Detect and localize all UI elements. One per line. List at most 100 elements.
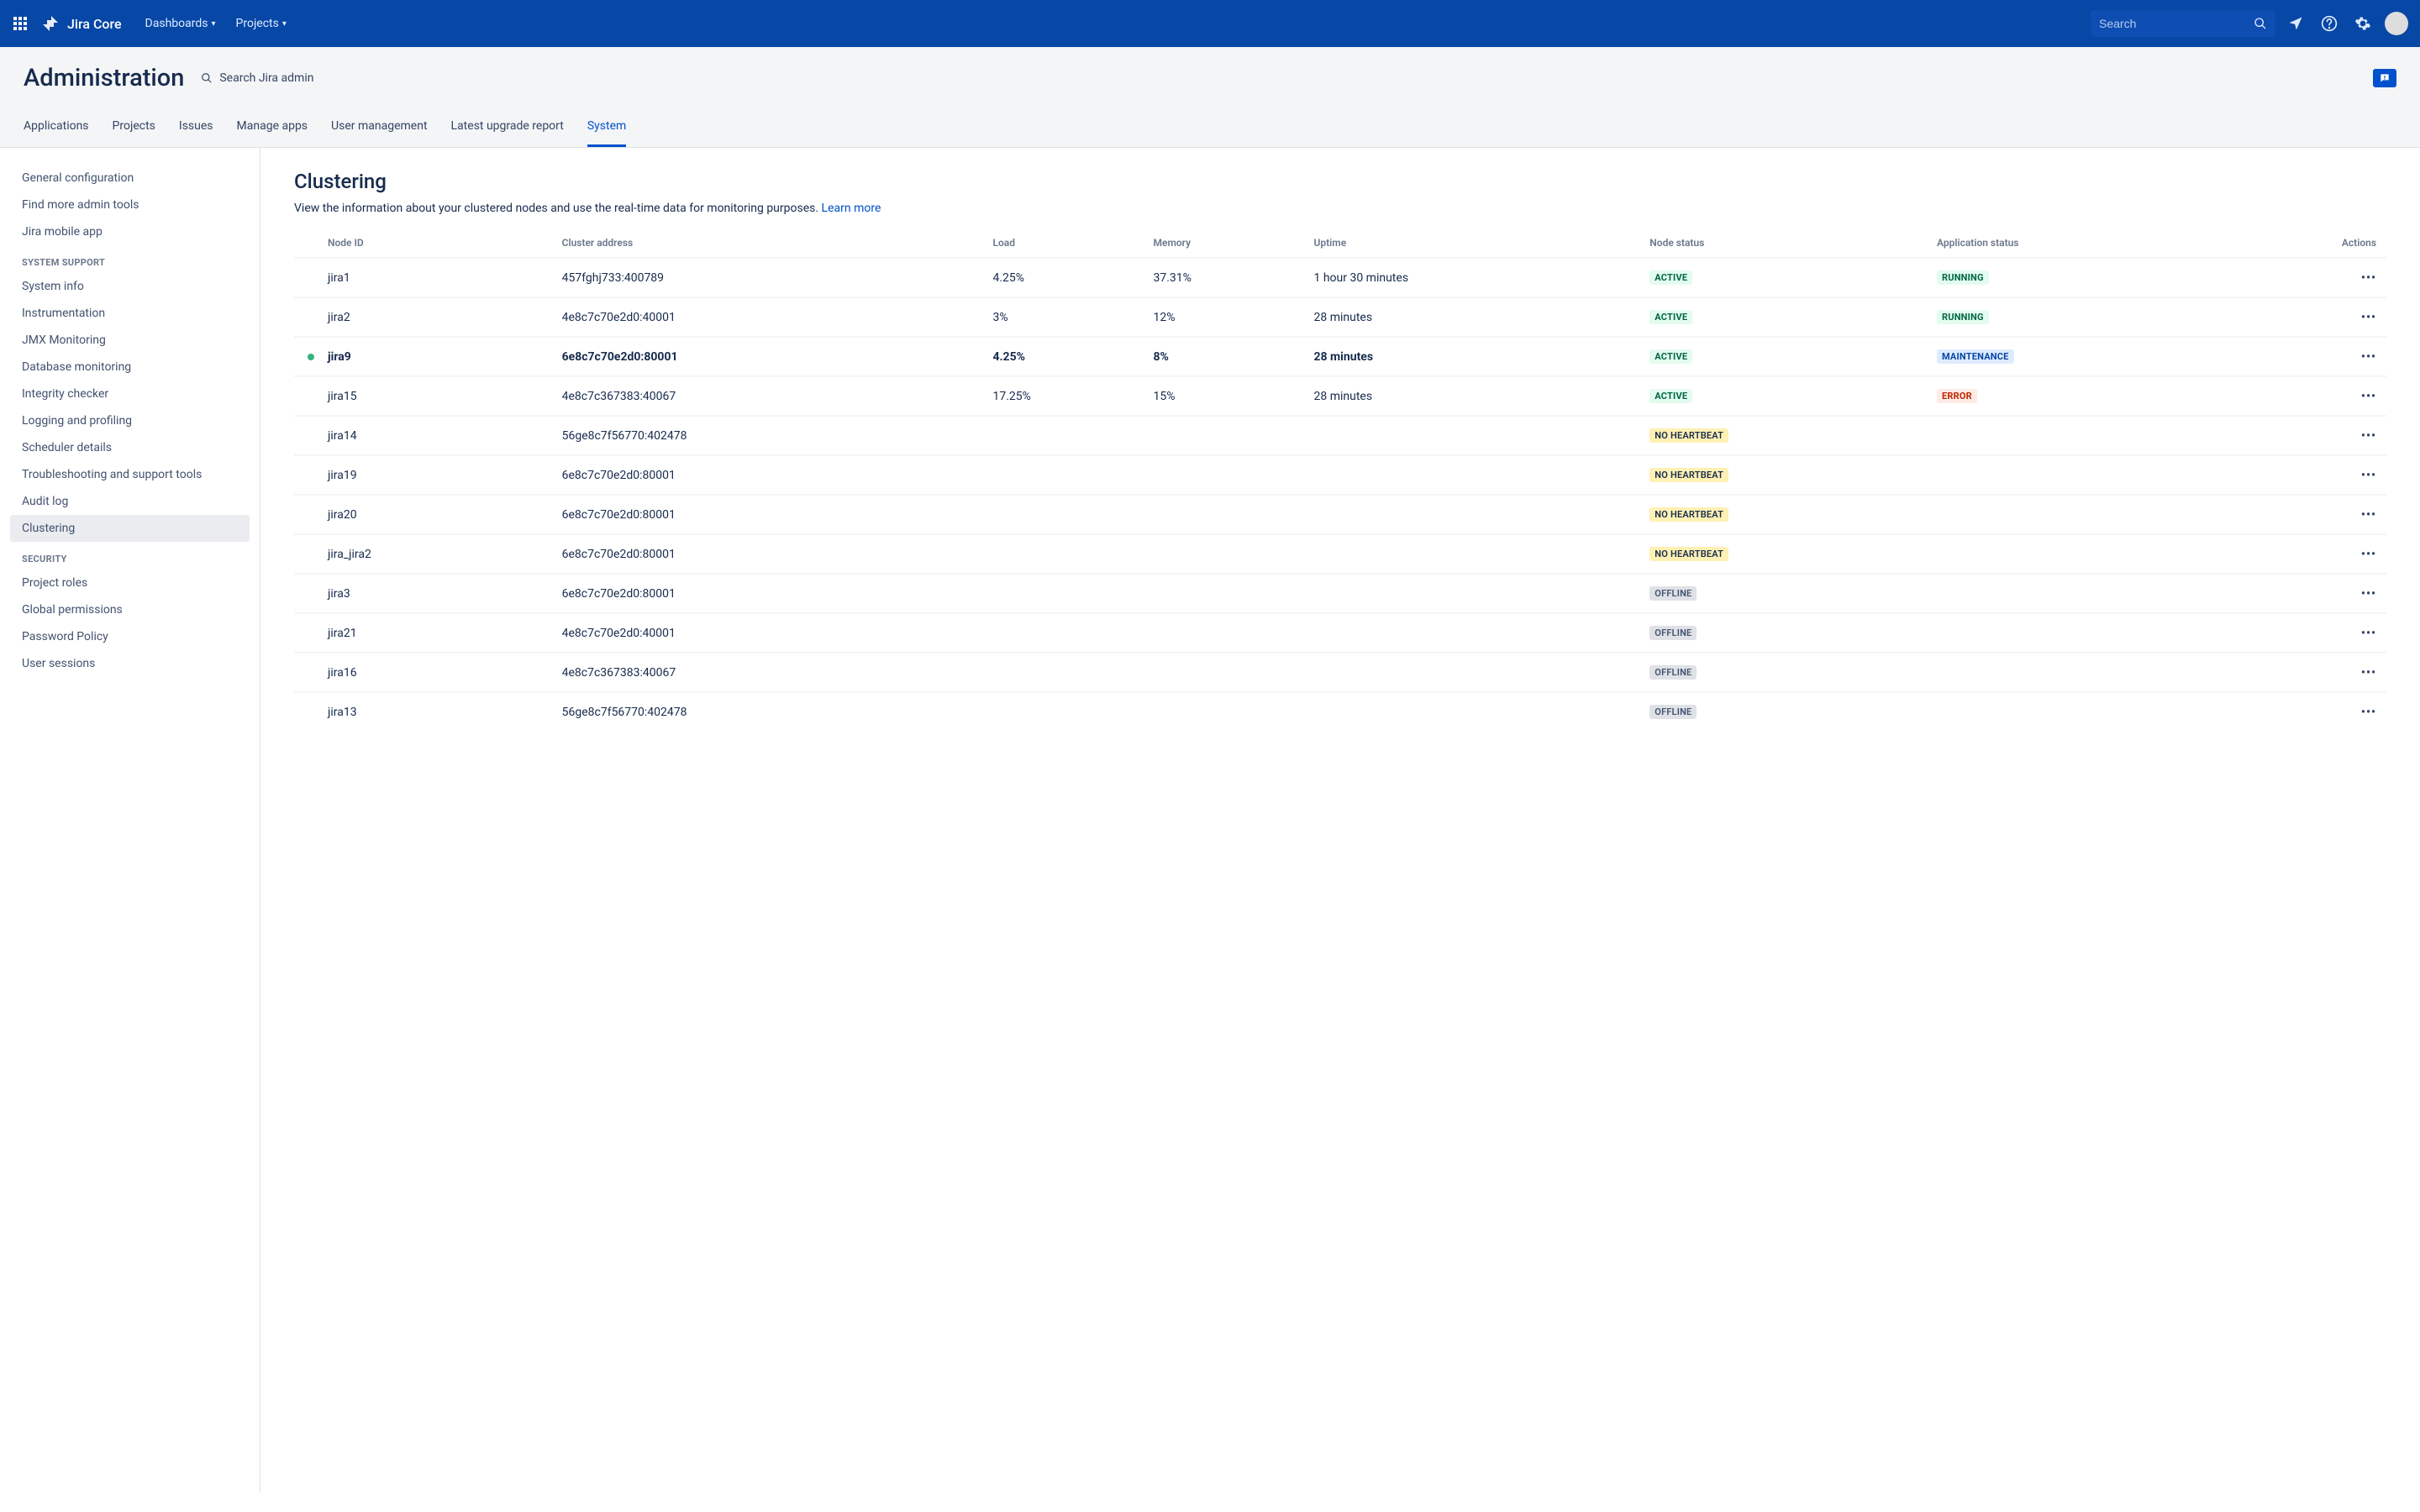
row-actions-button[interactable]: •••	[2361, 627, 2376, 640]
sidebar-item-troubleshooting-and-support-tools[interactable]: Troubleshooting and support tools	[10, 461, 250, 488]
cell-address: 56ge8c7f56770:402478	[555, 692, 986, 731]
status-lozenge: NO HEARTBEAT	[1649, 468, 1728, 482]
sidebar-item-jmx-monitoring[interactable]: JMX Monitoring	[10, 327, 250, 354]
column-header: Node status	[1643, 228, 1930, 258]
learn-more-link[interactable]: Learn more	[822, 202, 881, 215]
cell-load	[986, 534, 1146, 574]
tab-issues[interactable]: Issues	[179, 113, 213, 147]
content-description: View the information about your clustere…	[294, 202, 2386, 215]
sidebar-item-logging-and-profiling[interactable]: Logging and profiling	[10, 407, 250, 434]
cell-load	[986, 455, 1146, 495]
row-actions-button[interactable]: •••	[2361, 429, 2376, 443]
cell-app-status: MAINTENANCE	[1930, 337, 2227, 376]
sidebar-item-audit-log[interactable]: Audit log	[10, 488, 250, 515]
sidebar-item-integrity-checker[interactable]: Integrity checker	[10, 381, 250, 407]
status-lozenge: RUNNING	[1937, 270, 1989, 285]
row-actions-button[interactable]: •••	[2361, 508, 2376, 522]
row-actions-button[interactable]: •••	[2361, 350, 2376, 364]
row-actions-button[interactable]: •••	[2361, 311, 2376, 324]
feedback-icon[interactable]	[2373, 69, 2396, 87]
cell-load: 3%	[986, 297, 1146, 337]
cell-node-id: jira_jira2	[294, 534, 555, 574]
sidebar-item-find-more-admin-tools[interactable]: Find more admin tools	[10, 192, 250, 218]
settings-icon[interactable]	[2349, 10, 2376, 37]
cell-memory	[1146, 534, 1307, 574]
row-actions-button[interactable]: •••	[2361, 390, 2376, 403]
row-actions-button[interactable]: •••	[2361, 271, 2376, 285]
tab-projects[interactable]: Projects	[113, 113, 155, 147]
page-title: Administration	[24, 64, 184, 92]
cell-node-id: jira14	[294, 416, 555, 455]
cell-app-status	[1930, 613, 2227, 653]
cell-app-status: RUNNING	[1930, 297, 2227, 337]
sidebar-item-project-roles[interactable]: Project roles	[10, 570, 250, 596]
table-row: jira1356ge8c7f56770:402478OFFLINE•••	[294, 692, 2386, 731]
status-lozenge: ACTIVE	[1649, 349, 1692, 364]
brand-label: Jira Core	[67, 16, 122, 32]
cell-node-id: jira3	[294, 574, 555, 613]
sidebar-item-scheduler-details[interactable]: Scheduler details	[10, 434, 250, 461]
sidebar-item-database-monitoring[interactable]: Database monitoring	[10, 354, 250, 381]
sidebar-item-user-sessions[interactable]: User sessions	[10, 650, 250, 677]
sidebar: General configurationFind more admin too…	[0, 148, 260, 1492]
tab-applications[interactable]: Applications	[24, 113, 89, 147]
cell-load	[986, 692, 1146, 731]
sidebar-item-general-configuration[interactable]: General configuration	[10, 165, 250, 192]
cell-memory: 37.31%	[1146, 258, 1307, 297]
status-lozenge: RUNNING	[1937, 310, 1989, 324]
sidebar-item-instrumentation[interactable]: Instrumentation	[10, 300, 250, 327]
cell-node-id: jira21	[294, 613, 555, 653]
sidebar-item-jira-mobile-app[interactable]: Jira mobile app	[10, 218, 250, 245]
row-actions-button[interactable]: •••	[2361, 587, 2376, 601]
admin-tabs: Applications Projects Issues Manage apps Use…	[24, 113, 2396, 147]
column-header: Load	[986, 228, 1146, 258]
sidebar-item-clustering[interactable]: Clustering	[10, 515, 250, 542]
cell-app-status	[1930, 574, 2227, 613]
cell-uptime	[1307, 495, 1644, 534]
table-row: jira206e8c7c70e2d0:80001NO HEARTBEAT•••	[294, 495, 2386, 534]
status-lozenge: OFFLINE	[1649, 586, 1697, 601]
sidebar-item-global-permissions[interactable]: Global permissions	[10, 596, 250, 623]
brand[interactable]: Jira Core	[40, 13, 122, 34]
cell-app-status	[1930, 653, 2227, 692]
tab-user-management[interactable]: User management	[331, 113, 427, 147]
nav-dashboards[interactable]: Dashboards ▾	[139, 10, 223, 37]
tab-manage-apps[interactable]: Manage apps	[237, 113, 308, 147]
sidebar-item-password-policy[interactable]: Password Policy	[10, 623, 250, 650]
cell-node-status: OFFLINE	[1643, 653, 1930, 692]
status-lozenge: ERROR	[1937, 389, 1977, 403]
row-actions-button[interactable]: •••	[2361, 706, 2376, 719]
row-actions-button[interactable]: •••	[2361, 548, 2376, 561]
column-header: Memory	[1146, 228, 1307, 258]
sidebar-item-system-info[interactable]: System info	[10, 273, 250, 300]
cell-memory	[1146, 455, 1307, 495]
cell-node-id: jira15	[294, 376, 555, 416]
cell-node-status: NO HEARTBEAT	[1643, 495, 1930, 534]
tab-system[interactable]: System	[587, 113, 626, 147]
help-icon[interactable]	[2316, 10, 2343, 37]
app-switcher-icon[interactable]	[10, 13, 30, 34]
cell-memory	[1146, 692, 1307, 731]
cell-uptime	[1307, 574, 1644, 613]
row-actions-button[interactable]: •••	[2361, 469, 2376, 482]
nav-projects[interactable]: Projects ▾	[229, 10, 293, 37]
status-lozenge: ACTIVE	[1649, 270, 1692, 285]
table-row: jira154e8c7c367383:4006717.25%15%28 minu…	[294, 376, 2386, 416]
cell-load	[986, 495, 1146, 534]
status-lozenge: NO HEARTBEAT	[1649, 507, 1728, 522]
cell-node-status: OFFLINE	[1643, 574, 1930, 613]
cell-node-id: jira20	[294, 495, 555, 534]
global-search[interactable]	[2091, 10, 2275, 37]
table-row: jira96e8c7c70e2d0:800014.25%8%28 minutes…	[294, 337, 2386, 376]
cell-memory	[1146, 574, 1307, 613]
cell-uptime	[1307, 534, 1644, 574]
admin-search[interactable]: Search Jira admin	[201, 71, 313, 85]
search-input[interactable]	[2099, 17, 2254, 30]
notifications-icon[interactable]	[2282, 10, 2309, 37]
cell-address: 56ge8c7f56770:402478	[555, 416, 986, 455]
row-actions-button[interactable]: •••	[2361, 666, 2376, 680]
cell-address: 4e8c7c70e2d0:40001	[555, 613, 986, 653]
cell-node-status: ACTIVE	[1643, 337, 1930, 376]
profile-avatar[interactable]	[2383, 10, 2410, 37]
tab-latest-upgrade-report[interactable]: Latest upgrade report	[451, 113, 564, 147]
